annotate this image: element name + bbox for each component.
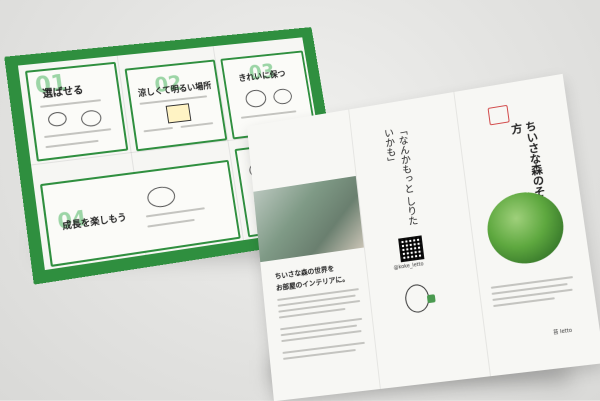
interior-photo (253, 176, 363, 262)
terrarium-doodle (146, 185, 176, 209)
jar-doodle (244, 89, 267, 108)
plant-doodle (47, 111, 67, 127)
text-line (146, 207, 205, 217)
text-line (144, 127, 174, 132)
text-line (180, 122, 213, 128)
pot-doodle (427, 294, 436, 303)
text-line (40, 99, 101, 108)
text-line (44, 128, 111, 138)
text-line (45, 140, 98, 148)
text-line (147, 219, 194, 228)
plant-doodle (80, 109, 102, 127)
photo-scene: 01 選ばせる 02 涼しくて明るい場所 03 きれいに保つ 04 成長を楽しも… (0, 0, 600, 400)
panel-01: 01 選ばせる (25, 62, 128, 162)
panel-title: 選ばせる (41, 81, 84, 100)
book-logo-icon (488, 105, 510, 126)
qr-code (398, 235, 424, 262)
window-doodle (166, 103, 192, 123)
white-brochure: ちいさな森の世界を お部屋のインテリアに。 「なんかもっと しりたいかも」 @k… (247, 74, 600, 401)
jar-doodle (272, 88, 293, 105)
panel-02: 02 涼しくて明るい場所 (125, 60, 228, 152)
text-line (241, 110, 297, 118)
